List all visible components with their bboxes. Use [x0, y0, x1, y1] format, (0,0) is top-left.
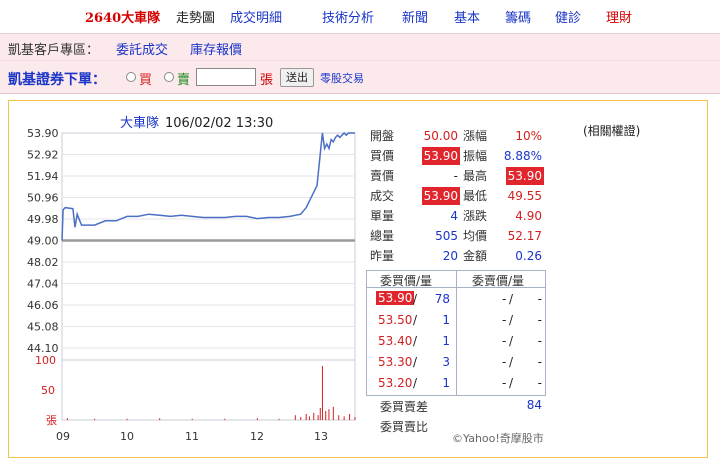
quote-row-ask: 賣價 - 最高 53.90 [366, 167, 546, 185]
order-book-row: 53.40 / 1 - / - [366, 331, 546, 352]
quote-row-bid: 買價 53.90 振幅 8.88% [366, 147, 546, 165]
bid-qty: 3 [442, 355, 450, 369]
change-value: 10% [515, 129, 542, 143]
y-tick-label: 53.90 [27, 127, 59, 140]
bid-slash: / [413, 334, 418, 348]
amplitude-label: 振幅 [463, 149, 488, 163]
bid-price: 53.20 [378, 376, 413, 390]
y-tick-label: 46.06 [27, 299, 59, 312]
bid-value: 53.90 [421, 147, 460, 165]
volume-tick-label: 50 [41, 384, 55, 397]
bid-qty: 1 [442, 376, 450, 390]
bid-qty: 1 [442, 313, 450, 327]
bid-label: 買價 [370, 149, 395, 163]
high-label: 最高 [463, 169, 488, 183]
ask-price: - [502, 376, 507, 390]
price-line [61, 131, 355, 241]
quote-row-last: 成交 53.90 最低 49.55 [366, 187, 546, 205]
lot-label: 單量 [370, 209, 395, 223]
y-tick-label: 49.98 [27, 213, 59, 226]
bid-qty: 1 [442, 334, 450, 348]
bid-qty: 78 [434, 292, 450, 306]
ask-value: - [453, 169, 458, 183]
low-label: 最低 [463, 189, 488, 203]
volume-value: 505 [435, 229, 458, 243]
delta-value: 4.90 [515, 209, 542, 223]
related-warrants-link[interactable]: (相關權證) [583, 122, 640, 139]
intraday-chart: 53.90 52.92 51.94 50.96 49.98 49.00 48.02 47.04… [27, 127, 356, 443]
ask-qty: - [537, 292, 542, 306]
bid-slash: / [413, 355, 418, 369]
delta-label: 漲跌 [463, 209, 488, 223]
ratio-label: 委買賣比 [380, 420, 429, 434]
order-book-row: 53.30 / 3 - / - [366, 352, 546, 373]
x-tick-label: 09 [56, 430, 70, 443]
ask-price: - [502, 355, 507, 369]
bid-price: 53.90 [376, 291, 415, 305]
ask-slash: / [509, 334, 514, 348]
diff-value: 84 [526, 398, 542, 412]
volume-tick-label: 100 [35, 354, 56, 367]
quote-row-lot: 單量 4 漲跌 4.90 [366, 207, 546, 225]
y-tick-label: 47.04 [27, 278, 59, 291]
x-tick-label: 12 [250, 430, 264, 443]
prev-volume-value: 20 [442, 249, 458, 263]
bid-slash: / [413, 376, 418, 390]
volume-label: 總量 [370, 229, 395, 243]
x-tick-label: 10 [120, 430, 134, 443]
last-value: 53.90 [421, 187, 460, 205]
open-label: 開盤 [370, 129, 395, 143]
y-tick-label: 49.00 [27, 235, 59, 248]
y-tick-label: 51.94 [27, 170, 59, 183]
bid-price: 53.30 [378, 355, 413, 369]
bid-price: 53.40 [378, 334, 413, 348]
ask-price: - [502, 334, 507, 348]
ask-price: - [502, 292, 507, 306]
y-tick-label: 48.02 [27, 256, 59, 269]
yahoo-credit: ©Yahoo!奇摩股市 [452, 432, 544, 445]
high-value: 53.90 [505, 167, 544, 185]
low-value: 49.55 [507, 189, 542, 203]
quote-row-prev: 昨量 20 金額 0.26 [366, 247, 546, 265]
bid-price: 53.50 [378, 313, 413, 327]
ask-header: 委賣價/量 [472, 274, 525, 288]
volume-tick-label: 張 [46, 414, 57, 427]
ask-slash: / [509, 376, 514, 390]
bid-slash: / [413, 313, 418, 327]
ask-qty: - [537, 334, 542, 348]
bid-header: 委買價/量 [380, 274, 433, 288]
ask-slash: / [509, 355, 514, 369]
order-book-row: 53.20 / 1 - / - [366, 373, 546, 394]
diff-label: 委買賣差 [380, 400, 429, 414]
quote-row-open: 開盤 50.00 漲幅 10% [366, 127, 546, 145]
open-value: 50.00 [423, 129, 458, 143]
quote-row-volume: 總量 505 均價 52.17 [366, 227, 546, 245]
ask-qty: - [537, 376, 542, 390]
y-tick-label: 45.08 [27, 321, 59, 334]
ask-qty: - [537, 355, 542, 369]
ask-qty: - [537, 313, 542, 327]
change-label: 漲幅 [463, 129, 488, 143]
order-book-row: 53.90 / 78 - / - [366, 289, 546, 310]
ask-price: - [502, 313, 507, 327]
y-tick-label: 50.96 [27, 192, 59, 205]
lot-value: 4 [450, 209, 458, 223]
x-tick-label: 11 [185, 430, 199, 443]
order-book-row: 53.50 / 1 - / - [366, 310, 546, 331]
amplitude-value: 8.88% [503, 149, 542, 163]
bid-slash: / [413, 292, 418, 306]
x-tick-label: 13 [314, 430, 328, 443]
ask-slash: / [509, 313, 514, 327]
avg-label: 均價 [463, 229, 488, 243]
amount-label: 金額 [463, 249, 488, 263]
prev-volume-label: 昨量 [370, 249, 395, 263]
order-diff-row: 委買賣差 84 [366, 396, 546, 416]
ask-slash: / [509, 292, 514, 306]
avg-value: 52.17 [507, 229, 542, 243]
ask-label: 賣價 [370, 169, 395, 183]
y-tick-label: 52.92 [27, 149, 59, 162]
amount-value: 0.26 [515, 249, 542, 263]
last-label: 成交 [370, 189, 395, 203]
